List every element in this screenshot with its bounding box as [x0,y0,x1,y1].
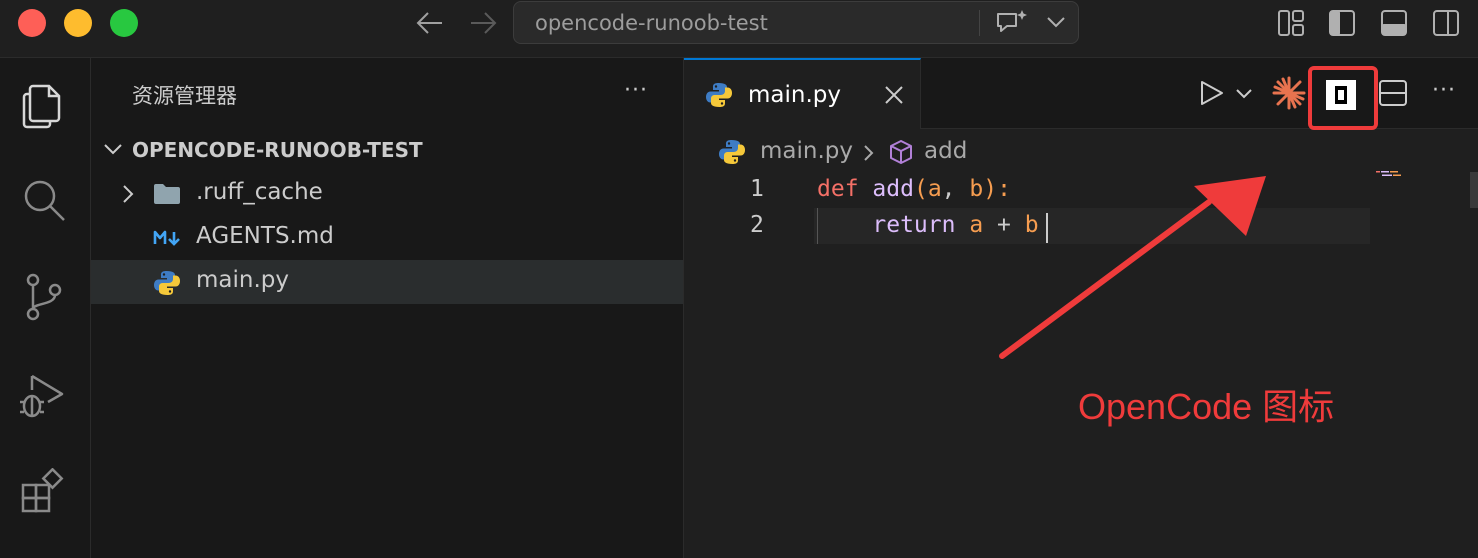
explorer-sidebar: 资源管理器 ··· OPENCODE-RUNOOB-TEST .ruff_cac… [91,58,684,558]
tree-item-agents-md[interactable]: AGENTS.md [91,216,683,260]
close-window-button[interactable] [18,9,46,37]
chevron-down-icon [103,142,123,156]
explorer-icon[interactable] [21,82,65,130]
split-editor-icon[interactable] [1378,79,1408,107]
arrow-left-icon[interactable] [416,10,444,36]
code-token: a [927,176,942,202]
editor-area: main.py ··· main.py add 1 def add(a, b):… [684,58,1478,558]
toggle-panel-icon[interactable] [1380,9,1408,37]
annotation-label: OpenCode 图标 [1078,386,1335,427]
chevron-right-icon [863,144,875,162]
sparkle-icon[interactable] [1272,76,1306,110]
editor-more-button[interactable]: ··· [1432,78,1456,103]
root-folder-label: OPENCODE-RUNOOB-TEST [132,138,423,162]
sidebar-more-button[interactable]: ··· [624,78,648,103]
command-center-search[interactable]: opencode-runoob-test [513,1,1079,44]
customize-layout-icon[interactable] [1277,9,1305,37]
tree-item-label: .ruff_cache [196,179,323,205]
minimize-window-button[interactable] [64,9,92,37]
code-line: def add(a, b): [817,176,1011,202]
python-icon [705,81,733,109]
arrow-right-icon[interactable] [469,10,497,36]
code-token: def [817,176,859,202]
code-token: ( [913,176,928,202]
tree-item-label: AGENTS.md [196,223,334,249]
code-token: , [941,176,970,202]
folder-icon [153,183,181,205]
close-icon[interactable] [883,84,905,106]
run-icon[interactable] [1199,79,1225,107]
search-icon[interactable] [22,178,68,224]
minimap[interactable] [1376,170,1412,178]
code-token: b [969,176,984,202]
chat-sparkle-icon[interactable] [994,8,1030,38]
code-token: add [872,176,914,202]
tree-item-ruff-cache[interactable]: .ruff_cache [91,172,683,216]
toggle-secondary-sidebar-icon[interactable] [1432,9,1460,37]
zoom-window-button[interactable] [110,9,138,37]
breadcrumb-symbol[interactable]: add [924,138,967,164]
extensions-icon[interactable] [20,468,66,514]
code-token: a [969,212,984,238]
chevron-right-icon [121,184,135,204]
tab-label: main.py [748,82,841,108]
line-number: 2 [750,212,764,238]
annotation-arrow [994,166,1274,362]
scrollbar[interactable] [1470,172,1478,208]
tree-item-label: main.py [196,267,289,293]
explorer-root-folder[interactable]: OPENCODE-RUNOOB-TEST [91,128,683,172]
code-token: return [872,212,956,238]
python-icon [153,269,181,297]
title-bar: opencode-runoob-test [0,0,1478,58]
python-icon [718,138,746,166]
breadcrumb-file[interactable]: main.py [760,138,853,164]
activity-bar [0,58,91,558]
tab-main-py[interactable]: main.py [684,58,921,129]
chevron-down-icon[interactable] [1046,15,1066,29]
method-cube-icon [888,139,914,165]
tree-item-main-py[interactable]: main.py [91,260,683,304]
line-number: 1 [750,176,764,202]
divider [979,10,980,36]
search-text: opencode-runoob-test [535,11,768,35]
markdown-icon [153,229,181,247]
editor-tab-bar: main.py ··· [684,58,1478,130]
source-control-icon[interactable] [20,272,66,324]
run-debug-icon[interactable] [18,372,66,422]
chevron-down-icon[interactable] [1235,88,1253,100]
opencode-icon[interactable] [1326,80,1356,110]
sidebar-title: 资源管理器 [132,84,237,108]
toggle-primary-sidebar-icon[interactable] [1328,9,1356,37]
